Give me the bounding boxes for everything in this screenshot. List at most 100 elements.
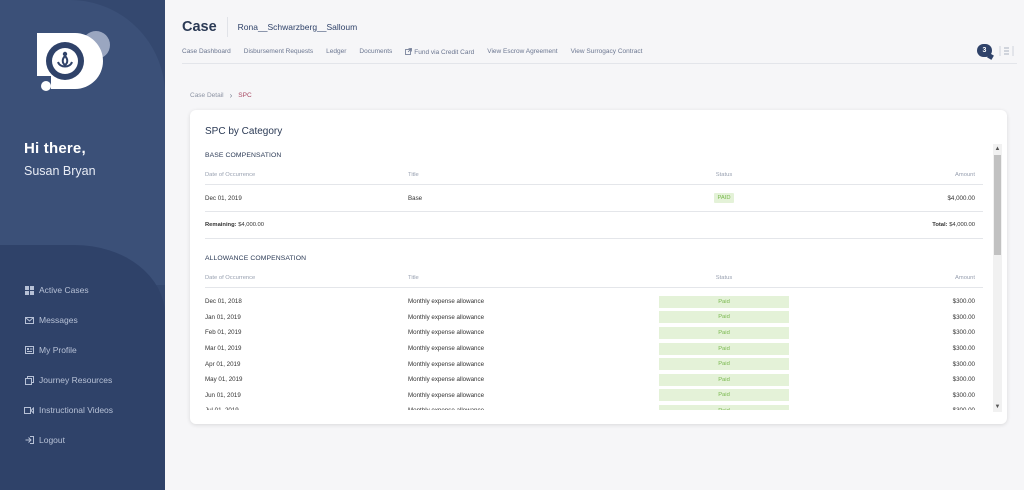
cell-status: Paid: [659, 326, 789, 339]
grid-icon: [24, 285, 34, 295]
greeting-text: Hi there,: [24, 140, 86, 157]
case-name: Rona__Schwarzberg__Salloum: [237, 22, 358, 32]
sidebar-item-label: Messages: [39, 315, 78, 325]
cell-title: Monthly expense allowance: [408, 345, 485, 353]
scroll-up-arrow-icon[interactable]: ▲: [993, 144, 1002, 154]
table-row: Apr 01, 2019 Monthly expense allowance Pai…: [205, 356, 983, 372]
breadcrumb-current: SPC: [238, 92, 252, 99]
total-summary: Total: $4,000.00: [932, 222, 983, 228]
mail-icon: [24, 315, 34, 325]
remaining-value: $4,000.00: [238, 222, 264, 228]
tab-documents[interactable]: Documents: [359, 48, 392, 56]
total-value: $4,000.00: [949, 222, 975, 228]
cell-title: Monthly expense allowance: [408, 407, 659, 410]
table-header: Date of Occurrence Title Status Amount: [205, 268, 983, 288]
sidebar: Hi there, Susan Bryan Active Cases Messa…: [0, 0, 165, 490]
breadcrumb-parent[interactable]: Case Detail: [190, 92, 224, 99]
copy-icon: [24, 375, 34, 385]
cell-amount: $300.00: [952, 329, 975, 337]
vertical-scrollbar[interactable]: ▲ ▼: [993, 144, 1002, 412]
table-row: Jul 01, 2019Monthly expense allowancePai…: [205, 403, 983, 410]
greeting-block: Hi there, Susan Bryan: [24, 140, 96, 178]
logout-icon: [24, 435, 34, 445]
sidebar-item-label: Logout: [39, 435, 65, 445]
col-header-date: Date of Occurrence: [205, 274, 256, 281]
table-row: Dec 01, 2018 Monthly expense allowance Pai…: [205, 294, 983, 310]
col-header-title: Title: [408, 171, 419, 178]
sidebar-item-active-cases[interactable]: Active Cases: [24, 275, 113, 305]
page-title: Case: [182, 19, 217, 35]
scrollbar-thumb[interactable]: [994, 155, 1001, 255]
cell-amount: $300.00: [952, 313, 975, 321]
cell-amount: $300.00: [952, 298, 975, 306]
tab-fund-via-credit-card[interactable]: Fund via Credit Card: [405, 48, 474, 56]
cell-date: May 01, 2019: [205, 376, 243, 384]
table-row: Feb 01, 2019 Monthly expense allowance Pai…: [205, 325, 983, 341]
user-name: Susan Bryan: [24, 164, 96, 178]
remaining-summary: Remaining: $4,000.00: [205, 222, 264, 228]
video-icon: [24, 405, 34, 415]
status-badge: Paid: [659, 342, 789, 355]
status-badge: Paid: [659, 373, 789, 386]
sidebar-item-label: My Profile: [39, 345, 77, 355]
sidebar-item-label: Journey Resources: [39, 375, 113, 385]
remaining-label: Remaining:: [205, 222, 237, 228]
cell-date: Mar 01, 2019: [205, 345, 242, 353]
sidebar-item-messages[interactable]: Messages: [24, 305, 113, 335]
cell-status: Paid: [659, 342, 789, 355]
tab-view-surrogacy-contract[interactable]: View Surrogacy Contract: [571, 48, 643, 56]
list-menu-icon[interactable]: [998, 43, 1015, 59]
cell-amount: $300.00: [952, 360, 975, 368]
scroll-down-arrow-icon[interactable]: ▼: [993, 402, 1002, 412]
cell-amount: $300.00: [952, 345, 975, 353]
sidebar-item-instructional-videos[interactable]: Instructional Videos: [24, 395, 113, 425]
cell-title: Monthly expense allowance: [408, 298, 485, 306]
cell-date: Feb 01, 2019: [205, 329, 242, 337]
cell-amount: $300.00: [952, 376, 975, 384]
notification-badge-tail: [987, 53, 994, 60]
table-header: Date of Occurrence Title Status Amount: [205, 165, 983, 185]
sidebar-item-logout[interactable]: Logout: [24, 425, 113, 455]
sidebar-item-label: Instructional Videos: [39, 405, 114, 415]
tab-disbursement-requests[interactable]: Disbursement Requests: [244, 48, 313, 56]
col-header-status: Status: [715, 274, 733, 281]
cell-date: Dec 01, 2018: [205, 298, 242, 306]
title-row: Case Rona__Schwarzberg__Salloum: [182, 17, 1017, 37]
total-label: Total:: [932, 222, 948, 228]
sidebar-item-my-profile[interactable]: My Profile: [24, 335, 113, 365]
cell-status: Paid: [659, 311, 789, 324]
cell-status: Paid: [659, 358, 789, 371]
title-divider: [226, 17, 228, 37]
status-badge: PAID: [714, 193, 734, 203]
tab-view-escrow-agreement[interactable]: View Escrow Agreement: [487, 48, 557, 56]
col-header-status: Status: [715, 171, 733, 178]
base-summary: Remaining: $4,000.00 Total: $4,000.00: [205, 212, 983, 239]
allowance-rows: Dec 01, 2018 Monthly expense allowance Pai…: [205, 294, 983, 410]
cell-title: Base: [408, 194, 423, 202]
table-row: Dec 01, 2019 Base PAID $4,000.00: [205, 185, 983, 212]
external-link-icon: [405, 48, 413, 55]
cell-date: Jun 01, 2019: [205, 391, 241, 399]
cell-status: Paid: [659, 404, 789, 410]
cell-title: Monthly expense allowance: [408, 313, 485, 321]
status-badge: Paid: [659, 358, 789, 371]
cell-status: Paid: [659, 373, 789, 386]
app-logo: [37, 31, 110, 91]
tab-ledger[interactable]: Ledger: [326, 48, 346, 56]
cell-status: Paid: [659, 295, 789, 308]
cell-date: Apr 01, 2019: [205, 360, 241, 368]
breadcrumb: Case Detail › SPC: [190, 91, 252, 100]
table-row: Jun 01, 2019 Monthly expense allowance Pai…: [205, 388, 983, 404]
cell-status: Paid: [659, 389, 789, 402]
case-tabs: Case Dashboard Disbursement Requests Led…: [182, 48, 655, 56]
col-header-amount: Amount: [955, 274, 975, 281]
tab-label: Fund via Credit Card: [414, 49, 475, 56]
section-title-allowance: ALLOWANCE COMPENSATION: [205, 255, 307, 262]
cell-title: Monthly expense allowance: [408, 376, 485, 384]
cell-title: Monthly expense allowance: [408, 391, 485, 399]
table-row: Jan 01, 2019 Monthly expense allowance Pai…: [205, 310, 983, 326]
tab-case-dashboard[interactable]: Case Dashboard: [182, 48, 231, 56]
sidebar-item-journey-resources[interactable]: Journey Resources: [24, 365, 113, 395]
spc-scroll-area[interactable]: BASE COMPENSATION Date of Occurrence Tit…: [205, 148, 983, 410]
page-header: Case Rona__Schwarzberg__Salloum Case Das…: [182, 17, 1017, 56]
